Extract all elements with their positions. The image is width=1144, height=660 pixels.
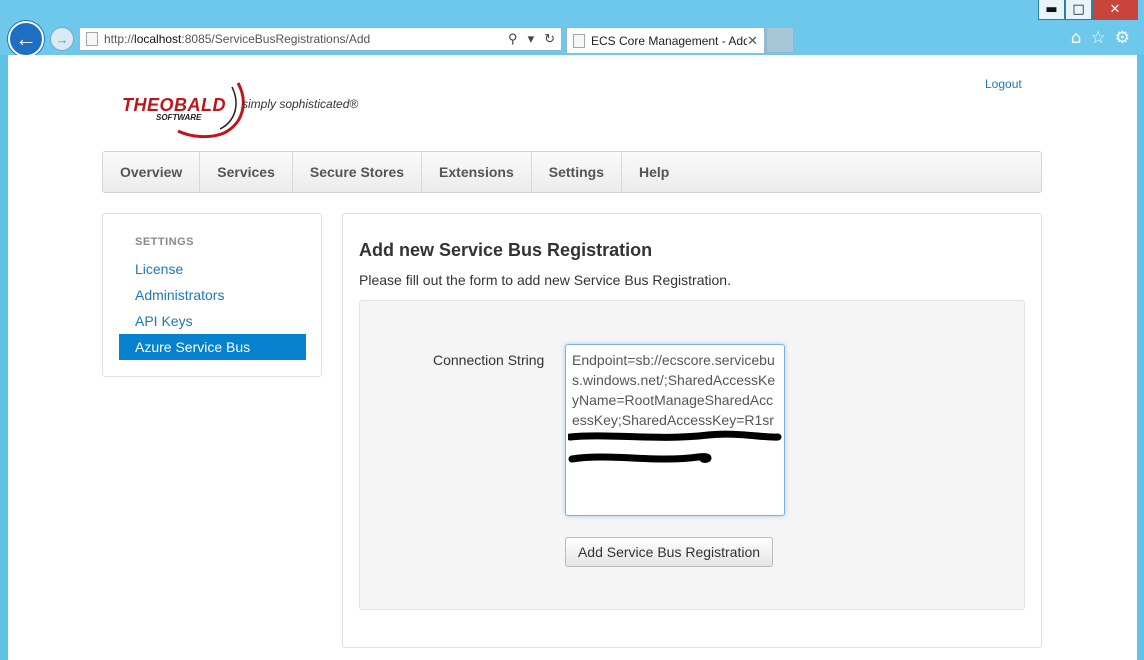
nav-item-help[interactable]: Help	[622, 152, 686, 192]
sidebar-item-license[interactable]: License	[119, 256, 306, 282]
dropdown-arrow-icon[interactable]: ▾	[528, 31, 535, 47]
logo-sub: SOFTWARE	[156, 113, 202, 122]
home-icon[interactable]: ⌂	[1071, 28, 1082, 48]
sidebar-item-administrators[interactable]: Administrators	[119, 282, 306, 308]
browser-tab[interactable]: ECS Core Management - Add ✕	[566, 27, 765, 53]
sidebar-heading: SETTINGS	[135, 236, 195, 248]
main-content: Add new Service Bus Registration Please …	[342, 213, 1042, 648]
connection-string-value: Endpoint=sb://ecscore.servicebus.windows…	[572, 352, 776, 428]
top-navigation: Overview Services Secure Stores Extensio…	[102, 151, 1042, 193]
url-path: :8085/ServiceBusRegistrations/Add	[181, 32, 371, 46]
logo-tagline: simply sophisticated®	[242, 97, 359, 111]
logout-link[interactable]: Logout	[985, 77, 1022, 91]
tab-title: ECS Core Management - Add	[591, 33, 748, 48]
page-viewport: THEOBALD SOFTWARE simply sophisticated® …	[8, 55, 1137, 660]
nav-item-settings[interactable]: Settings	[532, 152, 622, 192]
nav-item-extensions[interactable]: Extensions	[422, 152, 532, 192]
url-text: http://localhost:8085/ServiceBusRegistra…	[104, 32, 508, 46]
page-description: Please fill out the form to add new Serv…	[359, 272, 731, 288]
page-icon	[86, 32, 98, 46]
favorites-star-icon[interactable]: ☆	[1091, 28, 1106, 48]
address-bar[interactable]: http://localhost:8085/ServiceBusRegistra…	[79, 27, 562, 51]
page-title: Add new Service Bus Registration	[359, 240, 653, 260]
tab-close-icon[interactable]: ✕	[747, 33, 758, 49]
close-window-icon[interactable]: ✕	[1092, 0, 1138, 20]
theobald-logo: THEOBALD SOFTWARE simply sophisticated®	[120, 79, 380, 139]
add-registration-button[interactable]: Add Service Bus Registration	[565, 537, 773, 567]
window-controls: ▬ □ ✕	[1038, 0, 1138, 20]
tab-page-icon	[573, 33, 585, 48]
settings-sidebar: SETTINGS License Administrators API Keys…	[102, 213, 322, 377]
sidebar-item-azure-service-bus[interactable]: Azure Service Bus	[119, 334, 306, 360]
nav-item-secure-stores[interactable]: Secure Stores	[293, 152, 423, 192]
minimize-icon[interactable]: ▬	[1038, 0, 1065, 20]
redaction-scribble	[568, 430, 782, 463]
settings-gear-icon[interactable]: ⚙	[1115, 28, 1130, 48]
forward-arrow-icon[interactable]: →	[50, 27, 74, 51]
connection-string-label: Connection String	[433, 352, 545, 368]
url-host: localhost	[134, 32, 182, 46]
sidebar-item-api-keys[interactable]: API Keys	[119, 308, 306, 334]
back-arrow-icon[interactable]: ←	[8, 21, 44, 57]
search-icon[interactable]: ⚲	[508, 31, 518, 47]
url-prefix: http://	[104, 32, 135, 46]
nav-item-services[interactable]: Services	[200, 152, 293, 192]
new-tab-button[interactable]	[766, 27, 794, 53]
nav-item-overview[interactable]: Overview	[103, 152, 201, 192]
registration-form: Connection String Endpoint=sb://ecscore.…	[359, 300, 1025, 610]
maximize-icon[interactable]: □	[1065, 0, 1092, 20]
refresh-icon[interactable]: ↻	[544, 31, 555, 47]
